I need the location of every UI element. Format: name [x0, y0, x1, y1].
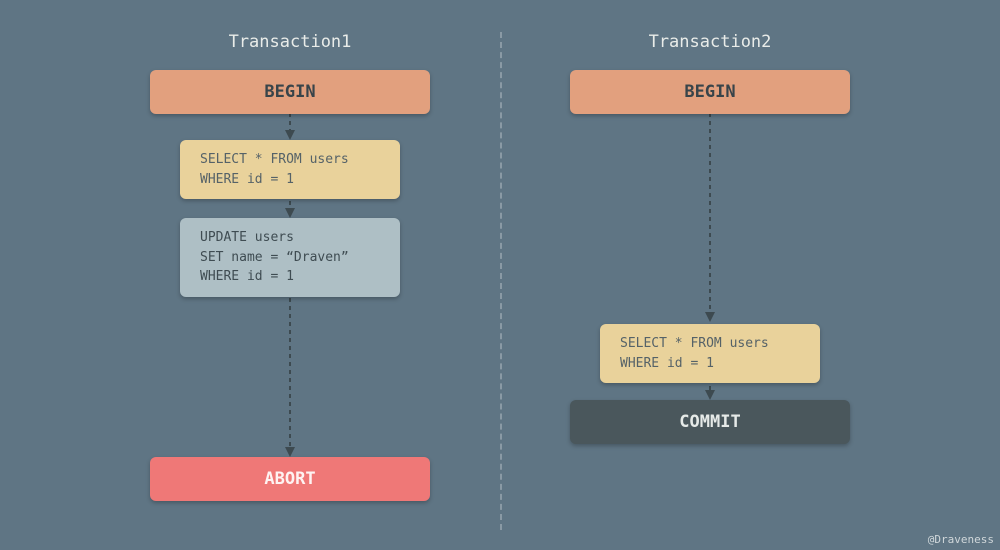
transaction2-title: Transaction2 [570, 32, 850, 52]
t2-commit-box: COMMIT [570, 400, 850, 444]
t1-update-code: UPDATE users SET name = “Draven” WHERE i… [200, 230, 349, 284]
t1-begin-label: BEGIN [264, 82, 315, 102]
t1-begin-box: BEGIN [150, 70, 430, 114]
t2-begin-label: BEGIN [684, 82, 735, 102]
t1-select-code: SELECT * FROM users WHERE id = 1 [200, 152, 349, 187]
t1-abort-box: ABORT [150, 457, 430, 501]
t2-begin-box: BEGIN [570, 70, 850, 114]
column-divider [500, 32, 502, 530]
t2-select-code: SELECT * FROM users WHERE id = 1 [620, 336, 769, 371]
t1-select-box: SELECT * FROM users WHERE id = 1 [180, 140, 400, 199]
t2-commit-label: COMMIT [679, 412, 740, 432]
t2-select-box: SELECT * FROM users WHERE id = 1 [600, 324, 820, 383]
credit-label: @Draveness [928, 533, 994, 546]
t1-abort-label: ABORT [264, 469, 315, 489]
t1-update-box: UPDATE users SET name = “Draven” WHERE i… [180, 218, 400, 297]
transaction1-title: Transaction1 [150, 32, 430, 52]
diagram-canvas: { "transactions": { "t1": { "title": "Tr… [0, 0, 1000, 550]
